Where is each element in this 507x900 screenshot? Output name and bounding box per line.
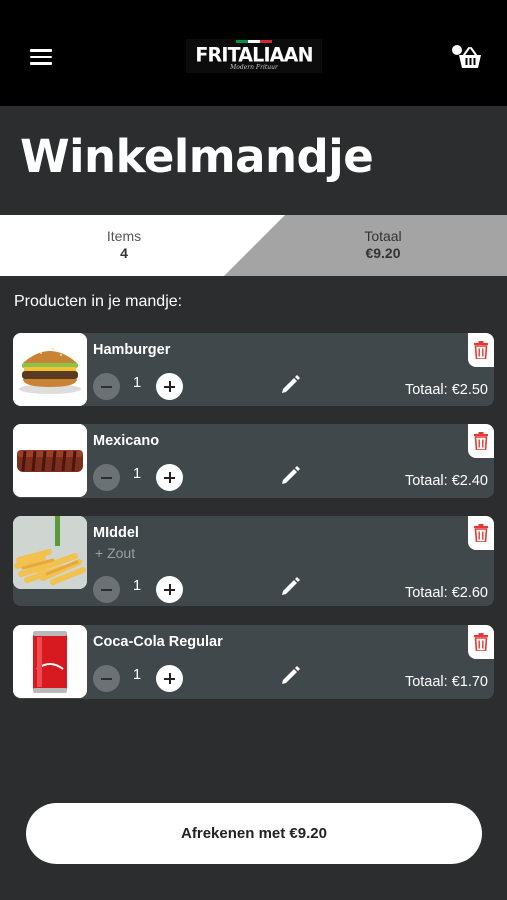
cart-summary: Items 4 Totaal €9.20 bbox=[0, 215, 507, 276]
quantity-value: 1 bbox=[132, 374, 142, 391]
hamburger-image bbox=[13, 333, 87, 406]
coca-cola-can-image bbox=[13, 625, 87, 698]
total-value: €9.20 bbox=[365, 245, 401, 261]
quantity-value: 1 bbox=[132, 577, 142, 594]
checkout-button[interactable]: Afrekenen met €9.20 bbox=[26, 803, 482, 864]
logo-subtitle: Modern Frituur bbox=[230, 64, 278, 71]
increase-quantity-button[interactable] bbox=[156, 576, 183, 603]
cart-item: MIddel + Zout 1 Totaal: €2.60 bbox=[13, 516, 494, 606]
menu-icon[interactable] bbox=[30, 49, 52, 65]
page-title: Winkelmandje bbox=[20, 130, 374, 183]
product-name: Hamburger bbox=[93, 342, 171, 358]
pencil-icon[interactable] bbox=[280, 664, 302, 686]
pencil-icon[interactable] bbox=[280, 575, 302, 597]
summary-total: Totaal €9.20 bbox=[303, 228, 463, 261]
fries-image bbox=[13, 516, 87, 589]
mexicano-image bbox=[13, 424, 87, 497]
quantity-value: 1 bbox=[132, 666, 142, 683]
decrease-quantity-button[interactable] bbox=[93, 665, 120, 692]
product-name: MIddel bbox=[93, 525, 139, 541]
product-name: Mexicano bbox=[93, 433, 160, 449]
item-total: Totaal: €2.40 bbox=[404, 473, 488, 489]
summary-items: Items 4 bbox=[44, 228, 204, 261]
top-bar: FRITALIAAN Modern Frituur bbox=[0, 0, 507, 106]
trash-icon[interactable] bbox=[468, 516, 494, 550]
cart-item: Mexicano 1 Totaal: €2.40 bbox=[13, 424, 494, 498]
cart-item: Coca-Cola Regular 1 Totaal: €1.70 bbox=[13, 625, 494, 699]
increase-quantity-button[interactable] bbox=[156, 665, 183, 692]
quantity-value: 1 bbox=[132, 465, 142, 482]
decrease-quantity-button[interactable] bbox=[93, 464, 120, 491]
item-total: Totaal: €2.60 bbox=[404, 585, 488, 601]
decrease-quantity-button[interactable] bbox=[93, 576, 120, 603]
items-label: Items bbox=[106, 228, 142, 244]
item-total: Totaal: €1.70 bbox=[404, 674, 488, 690]
item-total: Totaal: €2.50 bbox=[404, 382, 488, 398]
decrease-quantity-button[interactable] bbox=[93, 373, 120, 400]
product-option: + Zout bbox=[95, 545, 136, 561]
cart-icon[interactable] bbox=[451, 44, 483, 70]
trash-icon[interactable] bbox=[468, 333, 494, 367]
total-label: Totaal bbox=[364, 228, 402, 244]
trash-icon[interactable] bbox=[468, 424, 494, 458]
product-name: Coca-Cola Regular bbox=[93, 634, 223, 650]
trash-icon[interactable] bbox=[468, 625, 494, 659]
cart-item: Hamburger 1 Totaal: €2.50 bbox=[13, 333, 494, 406]
pencil-icon[interactable] bbox=[280, 373, 302, 395]
pencil-icon[interactable] bbox=[280, 464, 302, 486]
app-logo[interactable]: FRITALIAAN Modern Frituur bbox=[186, 39, 322, 73]
increase-quantity-button[interactable] bbox=[156, 464, 183, 491]
increase-quantity-button[interactable] bbox=[156, 373, 183, 400]
section-label: Producten in je mandje: bbox=[14, 293, 183, 310]
items-count: 4 bbox=[120, 245, 128, 261]
